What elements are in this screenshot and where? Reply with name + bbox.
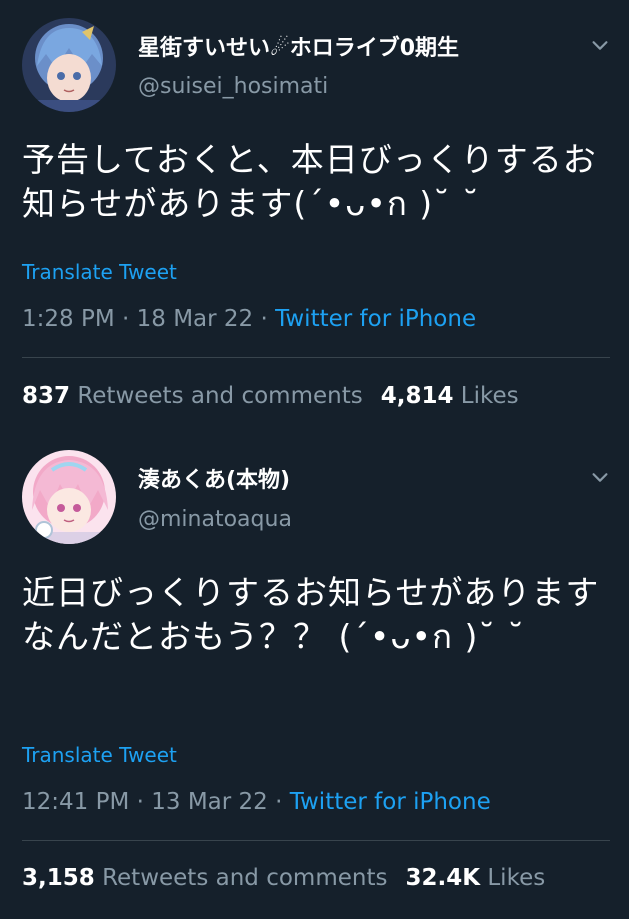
tweet-stats: 837 Retweets and comments 4,814 Likes <box>22 383 519 409</box>
tweet-time: 1:28 PM <box>22 306 115 332</box>
likes-count: 4,814 <box>380 383 454 409</box>
meta-separator: · <box>267 789 290 815</box>
tweet-meta: 1:28 PM · 18 Mar 22 · Twitter for iPhone <box>22 306 476 332</box>
tweet-1: 星街すいせい☄ホロライブ0期生 @suisei_hosimati 予告しておくと… <box>0 0 629 440</box>
chevron-down-icon[interactable] <box>589 34 611 56</box>
avatar-image <box>22 450 116 544</box>
tweet-date: 13 Mar 22 <box>151 789 268 815</box>
user-handle[interactable]: @minatoaqua <box>138 507 292 532</box>
retweets-stat[interactable]: 3,158 Retweets and comments <box>22 865 387 891</box>
likes-stat[interactable]: 4,814 Likes <box>381 383 519 409</box>
user-handle[interactable]: @suisei_hosimati <box>138 74 328 99</box>
retweets-label: Retweets and comments <box>77 383 363 409</box>
likes-stat[interactable]: 32.4K Likes <box>405 865 545 891</box>
translate-tweet-link[interactable]: Translate Tweet <box>22 743 177 767</box>
meta-separator: · <box>253 306 276 332</box>
likes-label: Likes <box>487 865 546 891</box>
meta-separator: · <box>129 789 152 815</box>
retweets-stat[interactable]: 837 Retweets and comments <box>22 383 363 409</box>
tweet-source-link[interactable]: Twitter for iPhone <box>275 306 476 332</box>
meta-separator: · <box>114 306 137 332</box>
avatar[interactable] <box>22 450 116 544</box>
avatar[interactable] <box>22 18 116 112</box>
translate-tweet-link[interactable]: Translate Tweet <box>22 260 177 284</box>
retweets-count: 837 <box>22 383 71 409</box>
tweet-meta: 12:41 PM · 13 Mar 22 · Twitter for iPhon… <box>22 789 491 815</box>
display-name[interactable]: 湊あくあ(本物) <box>138 462 290 494</box>
likes-label: Likes <box>460 383 519 409</box>
avatar-image <box>22 18 116 112</box>
retweets-label: Retweets and comments <box>102 865 388 891</box>
tweet-time: 12:41 PM <box>22 789 130 815</box>
tweet-date: 18 Mar 22 <box>136 306 254 332</box>
retweets-count: 3,158 <box>22 865 95 891</box>
tweet-source-link[interactable]: Twitter for iPhone <box>290 789 491 815</box>
divider <box>22 357 610 358</box>
tweet-2: 湊あくあ(本物) @minatoaqua 近日びっくりするお知らせがあります な… <box>0 440 629 919</box>
tweet-stats: 3,158 Retweets and comments 32.4K Likes <box>22 865 545 891</box>
likes-count: 32.4K <box>405 865 481 891</box>
tweet-text: 近日びっくりするお知らせがあります なんだとおもう？？ (´•ᴗ•ก )˘ ˘ <box>22 573 600 656</box>
divider <box>22 840 610 841</box>
tweet-text: 予告しておくと、本日びっくりするお知らせがあります(´•ᴗ•ก )˘ ˘ <box>22 140 597 223</box>
chevron-down-icon[interactable] <box>589 466 611 488</box>
display-name[interactable]: 星街すいせい☄ホロライブ0期生 <box>138 30 459 62</box>
